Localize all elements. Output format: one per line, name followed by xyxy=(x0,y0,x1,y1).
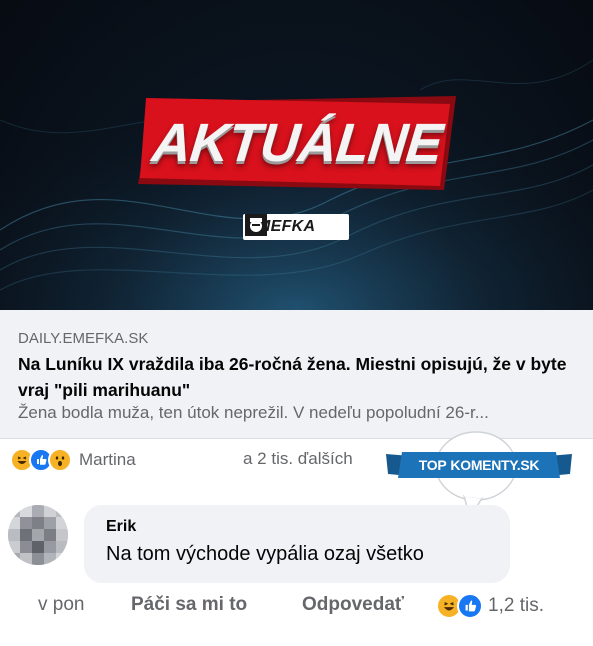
comment-bubble: Erik Na tom východe vypália ozaj všetko xyxy=(84,505,510,583)
emefka-logo: EMEFKA xyxy=(243,214,349,240)
reaction-names: Martina xyxy=(79,450,136,469)
link-headline[interactable]: Na Luníku IX vraždila iba 26-ročná žena.… xyxy=(18,351,578,403)
comment-timestamp[interactable]: v pon xyxy=(38,594,84,616)
link-preview[interactable]: DAILY.EMEFKA.SK Na Luníku IX vraždila ib… xyxy=(0,310,593,439)
hero-image[interactable]: AKTUÁLNE EMEFKA xyxy=(0,0,593,310)
comment-author[interactable]: Erik xyxy=(106,518,136,536)
emefka-mascot-icon xyxy=(245,214,267,236)
reaction-count: 1,2 tis. xyxy=(488,595,544,616)
avatar[interactable] xyxy=(8,505,68,565)
headline-banner-text: AKTUÁLNE xyxy=(149,113,445,173)
like-icon xyxy=(457,593,483,619)
wow-icon xyxy=(48,448,72,472)
badge-text-top: TOP xyxy=(418,457,447,473)
comment-text: Na tom východe vypália ozaj všetko xyxy=(106,543,424,565)
comment-reactions[interactable]: 1,2 tis. xyxy=(436,593,544,619)
badge-text-main: KOMENTY.SK xyxy=(450,457,540,473)
link-description: Žena bodla muža, ten útok neprežil. V ne… xyxy=(18,403,489,422)
reaction-summary[interactable]: Martina xyxy=(10,448,136,472)
like-button[interactable]: Páči sa mi to xyxy=(131,594,247,616)
reaction-others[interactable]: a 2 tis. ďalších xyxy=(243,449,353,469)
headline-banner: AKTUÁLNE xyxy=(138,96,456,190)
reply-button[interactable]: Odpovedať xyxy=(302,594,404,616)
link-domain: DAILY.EMEFKA.SK xyxy=(18,330,149,347)
comment-actions: v pon Páči sa mi to Odpovedať 1,2 tis. xyxy=(0,593,593,620)
